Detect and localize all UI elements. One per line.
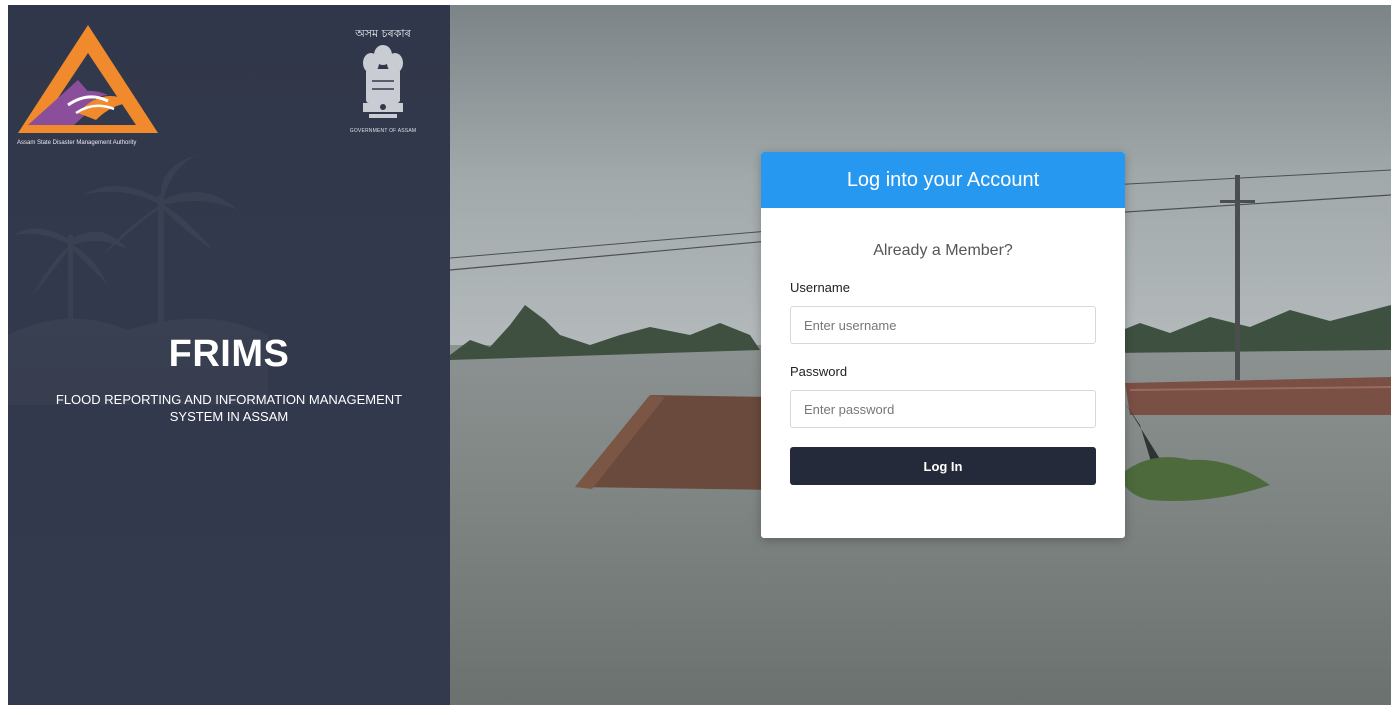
asdma-caption: Assam State Disaster Management Authorit… [17, 140, 137, 146]
password-label: Password [790, 364, 848, 379]
username-label: Username [790, 280, 850, 295]
login-button[interactable]: Log In [790, 447, 1096, 485]
branding-panel: Assam State Disaster Management Authorit… [8, 5, 450, 705]
username-input[interactable] [790, 306, 1096, 344]
asdma-logo [18, 25, 158, 133]
login-page: Assam State Disaster Management Authorit… [0, 0, 1391, 705]
password-input[interactable] [790, 390, 1096, 428]
government-block: অসম চৰকাৰ GOVERNMENT OF ASSAM [338, 25, 428, 143]
login-card: Log into your Account Already a Member? … [761, 152, 1125, 538]
gov-caption: GOVERNMENT OF ASSAM [349, 128, 417, 134]
app-title: FRIMS [168, 333, 290, 375]
login-subheading: Already a Member? [873, 242, 1013, 259]
state-emblem-icon [363, 45, 403, 118]
app-subtitle: FLOOD REPORTING AND INFORMATION MANAGEME… [55, 392, 403, 424]
login-card-header: Log into your Account [761, 152, 1125, 208]
